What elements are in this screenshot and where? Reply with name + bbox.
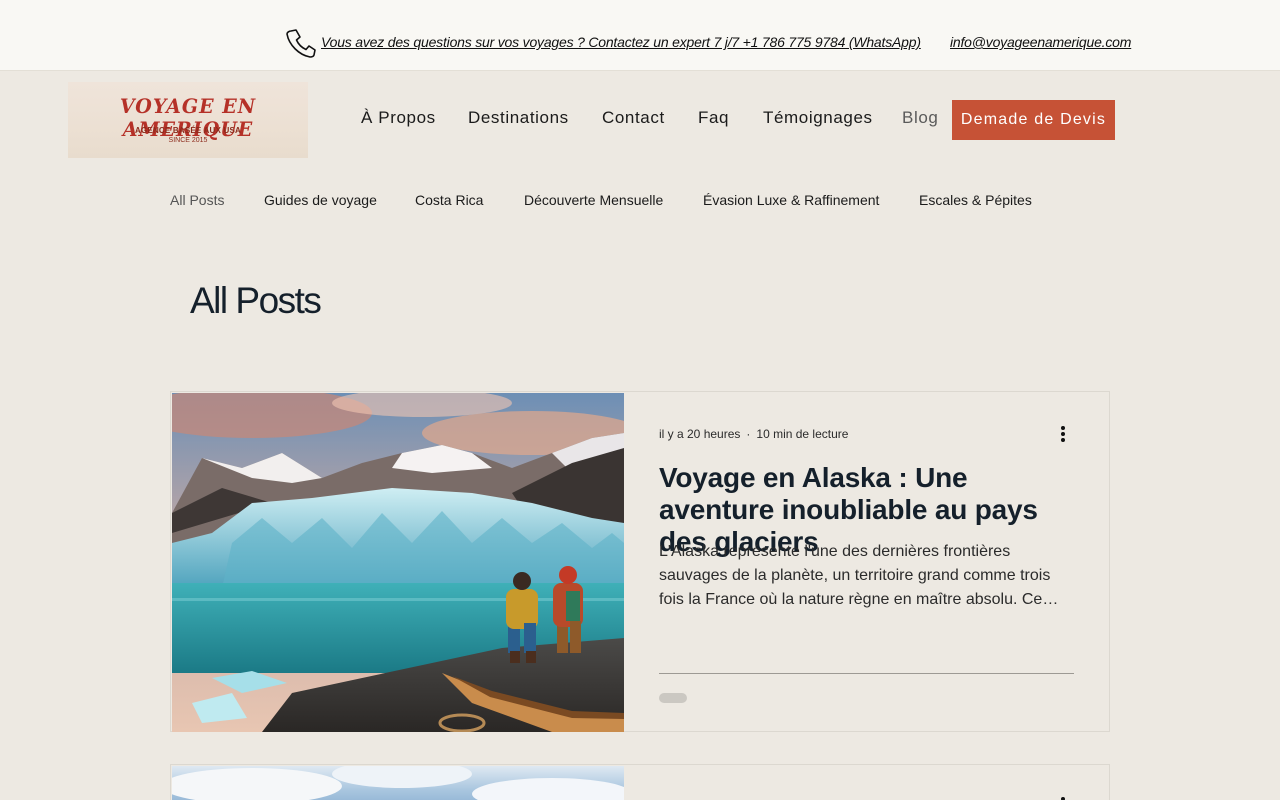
top-contact-bar: Vous avez des questions sur vos voyages …: [0, 0, 1280, 71]
nav-item-destinations[interactable]: Destinations: [468, 108, 569, 128]
logo-since: SINCE 2015: [168, 137, 208, 144]
nav-item-faq[interactable]: Faq: [698, 108, 729, 128]
more-vert-icon[interactable]: [1053, 795, 1073, 800]
post-date: il y a 20 heures: [659, 427, 741, 441]
cloud-sky-image: [162, 760, 632, 800]
category-costa-rica[interactable]: Costa Rica: [415, 192, 483, 208]
more-vert-icon[interactable]: [1053, 424, 1073, 444]
logo-subtitle: AGENCE BASÉE AUX USA: [135, 126, 241, 135]
post-read-time: 10 min de lecture: [756, 427, 849, 441]
page-title: All Posts: [190, 280, 322, 321]
contact-expert-link[interactable]: Vous avez des questions sur vos voyages …: [321, 34, 921, 50]
post-card[interactable]: [162, 760, 1110, 800]
nav-item-contact[interactable]: Contact: [602, 108, 665, 128]
post-cover-image[interactable]: [172, 393, 624, 732]
category-all-posts[interactable]: All Posts: [170, 192, 224, 208]
post-meta: il y a 20 heures · 10 min de lecture: [659, 427, 849, 441]
post-stats-placeholder: [659, 693, 687, 703]
post-cover-image[interactable]: [162, 760, 632, 800]
post-divider: [659, 673, 1074, 674]
post-excerpt[interactable]: L'Alaska représente l'une des dernières …: [659, 540, 1079, 612]
nav-item-temoignages[interactable]: Témoignages: [763, 108, 873, 128]
category-decouverte[interactable]: Découverte Mensuelle: [524, 192, 663, 208]
email-link[interactable]: info@voyageenamerique.com: [950, 34, 1131, 50]
post-card[interactable]: il y a 20 heures · 10 min de lecture Voyag…: [170, 391, 1110, 732]
phone-icon: [286, 29, 316, 58]
category-guides[interactable]: Guides de voyage: [264, 192, 377, 208]
nav-item-a-propos[interactable]: À Propos: [361, 108, 436, 128]
site-logo[interactable]: VOYAGE EN AMERIQUE AGENCE BASÉE AUX USA …: [68, 82, 308, 158]
devis-button[interactable]: Demade de Devis: [952, 100, 1115, 140]
nav-item-blog[interactable]: Blog: [902, 108, 938, 128]
category-escales[interactable]: Escales & Pépites: [919, 192, 1032, 208]
alaska-glacier-image: [172, 393, 624, 732]
category-evasion-luxe[interactable]: Évasion Luxe & Raffinement: [703, 192, 879, 208]
